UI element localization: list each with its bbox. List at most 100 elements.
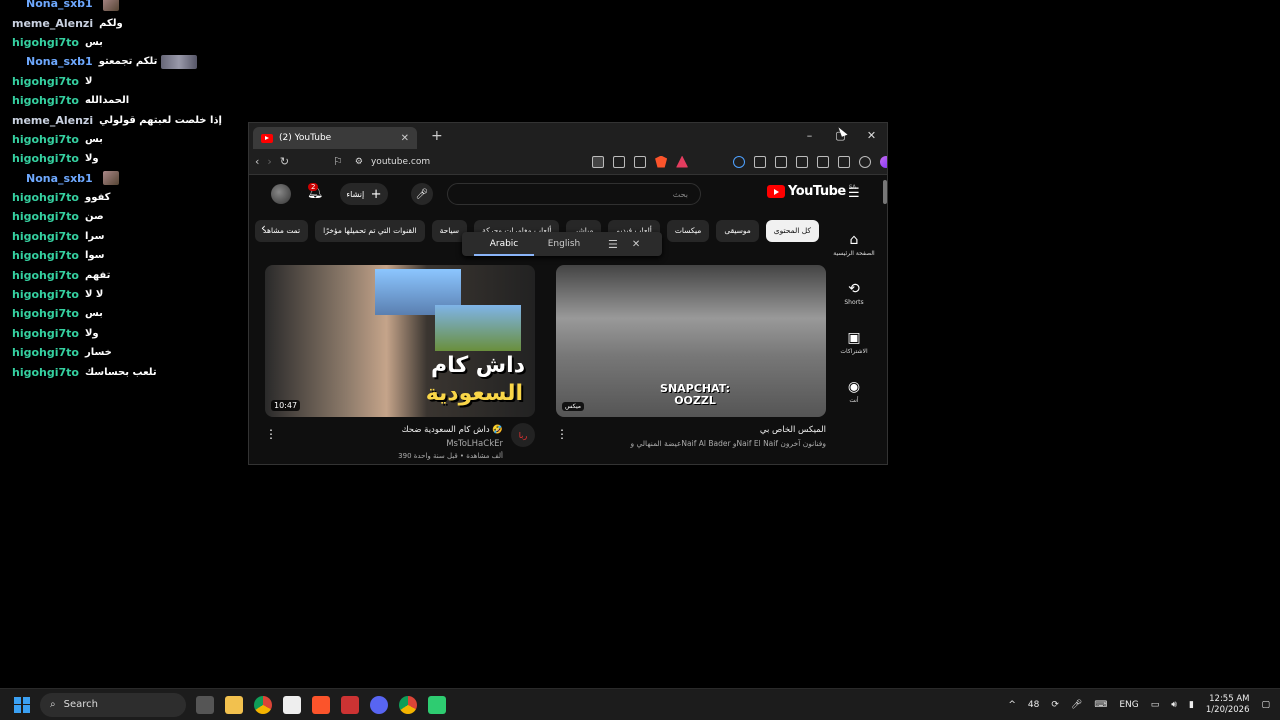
leo-icon[interactable] [838,155,851,168]
tab-close-icon[interactable]: ✕ [401,133,409,144]
translate-lang-english[interactable]: English [534,232,594,256]
tray-badge[interactable]: 48 [1028,700,1039,710]
notifications-icon[interactable]: ▢ [1261,700,1270,710]
sidebar-item[interactable]: ▣ الاشتراكات [819,318,887,367]
sidebar-item[interactable]: ⟲ Shorts [819,269,887,318]
chat-username[interactable]: higohgi7to [12,307,79,320]
brave-icon[interactable] [312,695,330,714]
chat-username[interactable]: meme_Alenzi [12,17,93,30]
more-options-icon[interactable]: ⋮ [556,427,568,441]
site-info-icon[interactable]: ⚙ [355,157,363,167]
scrollbar[interactable] [883,180,887,204]
sidebar-item[interactable]: ⌂ الصفحة الرئيسية [819,220,887,269]
filter-chip[interactable]: ميكسات [666,220,710,242]
start-button[interactable] [14,696,30,713]
channel-avatar[interactable]: ربا [511,423,535,447]
tab-youtube[interactable]: (2) YouTube ✕ [253,127,417,149]
chat-username[interactable]: Nona_sxb1 [26,172,93,185]
chat-username[interactable]: higohgi7to [12,230,79,243]
notepad-icon[interactable] [283,695,301,714]
keyboard-icon[interactable]: ⌨ [1094,700,1107,710]
filter-chip[interactable]: موسيقى [716,220,759,242]
chat-line: higohgi7to بس [0,130,240,149]
streaming-app-icon[interactable] [428,695,446,714]
extensions-icon[interactable] [754,155,767,168]
chat-username[interactable]: higohgi7to [12,94,79,107]
filter-chip[interactable]: القنوات التي تم تحميلها مؤخرًا [315,220,425,242]
language-indicator[interactable]: ENG [1119,700,1138,710]
channel-name[interactable]: MsToLHaCkEr [446,439,503,449]
mic-tray-icon[interactable]: 🎤︎ [1071,700,1082,710]
chat-username[interactable]: higohgi7to [12,152,79,165]
chat-username[interactable]: higohgi7to [12,210,79,223]
reload-icon[interactable]: ↻ [280,155,289,168]
forward-icon[interactable]: › [267,155,271,168]
app-icon[interactable] [341,695,359,714]
filter-chip[interactable]: كل المحتوى [765,220,819,242]
chat-username[interactable]: higohgi7to [12,269,79,282]
chat-username[interactable]: higohgi7to [12,327,79,340]
chat-username[interactable]: meme_Alenzi [12,114,93,127]
clock[interactable]: 12:55 AM 1/20/2026 [1206,694,1250,716]
chat-username[interactable]: higohgi7to [12,288,79,301]
chat-username[interactable]: higohgi7to [12,36,79,49]
volume-icon[interactable]: 🔊︎ [1171,700,1177,710]
chrome-alt-icon[interactable] [399,695,417,714]
guide-menu-icon[interactable]: ☰ [848,186,860,201]
chat-username[interactable]: Nona_sxb1 [26,0,93,10]
video-thumbnail[interactable]: SNAPCHAT: OOZZL ميكس [556,265,826,417]
chips-prev-icon[interactable]: ‹ [261,221,266,235]
translate-icon[interactable] [592,155,605,168]
battery-icon[interactable]: ▮ [1189,700,1194,710]
vpn-icon[interactable] [859,155,872,168]
video-thumbnail[interactable]: داش كام السعودية 10:47 [265,265,535,417]
share-icon[interactable] [634,155,647,168]
screenshot-icon[interactable] [775,155,788,168]
video-card-mix[interactable]: SNAPCHAT: OOZZL ميكس ⋮ الميكس الخاص بي ع… [556,265,826,464]
address-bar[interactable]: ⚙ youtube.com [351,157,430,167]
sidebar-toggle-icon[interactable] [796,155,809,168]
bookmark-icon[interactable]: ⚐ [333,155,343,168]
avatar[interactable] [271,184,291,204]
chat-username[interactable]: Nona_sxb1 [26,55,93,68]
youtube-logo[interactable]: YouTube SA [767,184,856,199]
wallet-icon[interactable] [817,155,830,168]
create-button[interactable]: إنشاء + [340,183,388,205]
sidebar-item[interactable]: ◉ أنت [819,367,887,416]
chat-username[interactable]: higohgi7to [12,366,79,379]
discord-icon[interactable] [370,695,388,714]
taskbar-search-label: Search [63,699,98,710]
network-icon[interactable]: ▭ [1151,700,1160,710]
channel-name[interactable]: عيضة المنهالي وNaif Al Bader وNaif El Na… [631,439,826,448]
new-tab-button[interactable]: + [431,128,443,144]
chat-username[interactable]: higohgi7to [12,133,79,146]
video-title[interactable]: الميكس الخاص بي [760,425,826,435]
minimize-button[interactable]: – [794,123,825,147]
task-view-icon[interactable] [196,695,214,714]
translate-options-icon[interactable]: ☰ [608,238,618,251]
chrome-icon[interactable] [254,695,272,714]
search-input[interactable]: بحث [447,183,701,205]
video-title[interactable]: داش كام السعودية ضحك 🤣 [402,425,503,435]
translate-lang-arabic[interactable]: Arabic [474,232,534,256]
chat-username[interactable]: higohgi7to [12,75,79,88]
back-icon[interactable]: ‹ [255,155,259,168]
more-options-icon[interactable]: ⋮ [265,427,277,441]
brave-shields-icon[interactable] [655,155,668,168]
title-bar: (2) YouTube ✕ + – ▢ ✕ [249,123,887,149]
audio-icon[interactable] [733,155,746,168]
chevron-up-icon[interactable]: ^ [1008,700,1016,710]
file-explorer-icon[interactable] [225,695,243,714]
voice-search-button[interactable]: 🎤︎ [411,183,433,205]
profile-icon[interactable] [880,155,887,168]
chat-username[interactable]: higohgi7to [12,346,79,359]
sync-icon[interactable]: ⟳ [1051,700,1059,710]
taskbar-search[interactable]: ⌕ Search [40,692,186,717]
close-window-button[interactable]: ✕ [856,123,887,147]
translate-close-icon[interactable]: ✕ [632,239,640,250]
brave-rewards-icon[interactable] [676,155,689,168]
chat-username[interactable]: higohgi7to [12,191,79,204]
chat-username[interactable]: higohgi7to [12,249,79,262]
cast-icon[interactable] [613,155,626,168]
video-card-dashcam[interactable]: داش كام السعودية 10:47 ⋮ ربا داش كام الس… [265,265,535,464]
